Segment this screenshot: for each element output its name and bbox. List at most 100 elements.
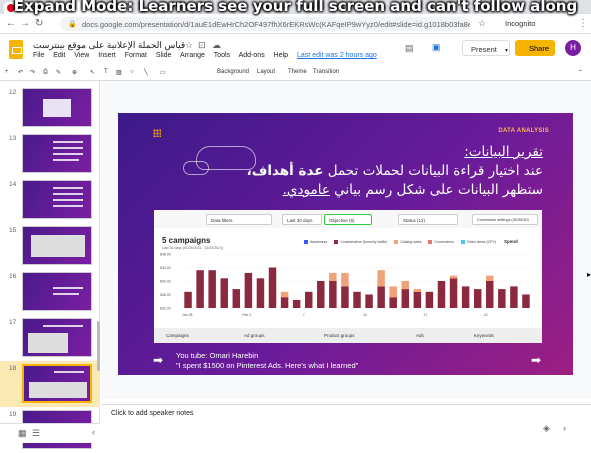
embedded-tab: Ad groups <box>244 333 265 338</box>
theme-button[interactable]: Theme <box>288 69 307 75</box>
slide-thumb[interactable]: 17 <box>0 315 100 361</box>
last-edit-link[interactable]: Last edit was 2 hours ago <box>297 52 377 59</box>
arrow-left-icon: ➡ <box>153 353 164 367</box>
bar-conversions <box>329 281 337 308</box>
filmstrip-scrollbar[interactable] <box>97 321 100 371</box>
menu-slide[interactable]: Slide <box>156 52 172 59</box>
lock-icon: 🔒 <box>68 21 77 28</box>
menu-tools[interactable]: Tools <box>214 52 230 59</box>
chevron-right-icon[interactable]: › <box>563 423 566 433</box>
bar-conversions <box>341 286 349 308</box>
star-icon[interactable]: ☆ <box>185 40 193 51</box>
bar-catalog-sales <box>341 272 349 287</box>
y-tick-label: $32.00 <box>160 307 171 311</box>
menu-view[interactable]: View <box>74 52 89 59</box>
bar-conversions <box>220 278 228 308</box>
spend-bar-chart: $48.00 $44.00 $40.00 $36.00 $32.00 Jan 28 Feb … <box>160 253 532 317</box>
back-icon[interactable]: ← <box>6 18 16 29</box>
comment-add-icon[interactable]: ▭ <box>160 69 166 76</box>
slide-thumb[interactable]: 16 <box>0 269 100 315</box>
slide-line-1: عند اختيار قراءة البيانات لحملات تحمل عد… <box>246 163 543 179</box>
bar-conversions <box>208 270 216 308</box>
bar-conversions <box>256 278 265 308</box>
slide-filmstrip: 12 13 14 15 16 17 18 19 <box>0 81 100 449</box>
bar-conversions <box>244 272 253 308</box>
bar-conversions <box>449 278 458 308</box>
slide-thumb[interactable]: 14 <box>0 177 100 223</box>
star-icon[interactable]: ☆ <box>478 18 486 29</box>
bar-conversions <box>510 286 518 308</box>
x-tick-label: Feb 2 <box>242 313 251 317</box>
undo-icon[interactable]: ↶ <box>18 69 23 76</box>
slide-line-2: ستظهر البيانات على شكل رسم بياني عامودي. <box>282 182 543 198</box>
chevron-down-icon[interactable]: ▾ <box>505 48 508 54</box>
collapse-panel-icon[interactable]: ‹ <box>92 427 95 437</box>
transition-button[interactable]: Transition <box>313 69 339 75</box>
menu-insert[interactable]: Insert <box>98 52 116 59</box>
menu-help[interactable]: Help <box>274 52 288 59</box>
forward-icon[interactable]: → <box>20 18 30 29</box>
meet-icon[interactable]: ▣ <box>432 42 441 53</box>
bar-catalog-sales <box>413 289 422 292</box>
grid-view-icon[interactable]: ▦ <box>18 428 27 439</box>
menu-edit[interactable]: Edit <box>53 52 65 59</box>
explore-icon[interactable]: ◈ <box>543 423 550 434</box>
x-tick-label: 22 <box>484 313 488 317</box>
move-folder-icon[interactable]: ⊡ <box>198 40 206 51</box>
menu-addons[interactable]: Add-ons <box>239 52 265 59</box>
zoom-icon[interactable]: ⊕ <box>72 69 77 76</box>
embedded-tab: Product groups <box>324 333 355 338</box>
textbox-icon[interactable]: T <box>104 69 108 75</box>
y-tick-label: $36.00 <box>160 293 171 297</box>
slide-body-text: تقرير البيانات: عند اختيار قراءة البيانا… <box>213 143 543 200</box>
bar-conversions <box>389 297 397 308</box>
slide-thumb[interactable]: 15 <box>0 223 100 269</box>
present-label: Present <box>471 45 497 54</box>
share-button[interactable]: Share <box>515 40 555 56</box>
redo-icon[interactable]: ↷ <box>30 69 35 76</box>
menu-format[interactable]: Format <box>125 52 147 59</box>
slide-thumb-selected[interactable]: 18 <box>0 361 100 407</box>
filmstrip-footer: ▦ ☰ ‹ <box>0 423 100 443</box>
bar-conversions <box>184 291 192 308</box>
image-icon[interactable]: ▨ <box>116 69 122 76</box>
bar-conversions <box>473 289 482 308</box>
slide-thumb[interactable]: 13 <box>0 131 100 177</box>
filmstrip-view-icon[interactable]: ☰ <box>32 428 40 439</box>
chevron-up-icon[interactable]: ⌃ <box>578 69 583 76</box>
new-slide-icon[interactable]: + <box>5 69 9 75</box>
layout-button[interactable]: Layout <box>257 69 275 75</box>
print-icon[interactable]: ⎙ <box>43 69 48 76</box>
select-icon[interactable]: ↖ <box>90 69 95 76</box>
url-field[interactable]: 🔒 docs.google.com/presentation/d/1auE1dE… <box>60 17 470 31</box>
toolbar: + ↶ ↷ ⎙ ✎ ⊕ ↖ T ▨ ○ ╲ ▭ Background Layou… <box>0 65 591 81</box>
paint-format-icon[interactable]: ✎ <box>56 69 61 76</box>
cloud-status-icon: ☁ <box>212 40 221 50</box>
browser-menu-icon[interactable]: ⋮ <box>578 18 588 29</box>
reload-icon[interactable]: ↻ <box>35 18 43 29</box>
campaigns-title: 5 campaigns <box>162 236 211 245</box>
speaker-notes[interactable]: Click to add speaker notes ◈ › <box>101 404 591 443</box>
menu-file[interactable]: File <box>33 52 44 59</box>
avatar[interactable]: H <box>565 40 581 56</box>
menu-bar: File Edit View Insert Format Slide Arran… <box>33 52 384 59</box>
document-title[interactable]: قياس الحملة الإعلانية على موقع بينترست <box>33 40 185 51</box>
overlay-banner: Expand Mode: Learners see your full scre… <box>13 0 578 15</box>
youtube-credit: You tube: Omari Harebin "I spent $1500 o… <box>176 351 358 371</box>
embedded-tab: Keywords <box>474 333 494 338</box>
line-icon[interactable]: ╲ <box>144 69 148 76</box>
bar-conversions <box>413 291 422 308</box>
shape-icon[interactable]: ○ <box>130 69 134 75</box>
scroll-arrow-icon[interactable]: ▸ <box>587 270 591 279</box>
slides-logo-icon[interactable] <box>9 40 23 59</box>
present-button[interactable]: Present ▾ <box>462 40 510 56</box>
current-slide[interactable]: DATA ANALYSIS تقرير البيانات: عند اختيار… <box>118 113 573 375</box>
embedded-tabs: Campaigns Ad groups Product groups Ads K… <box>154 328 542 343</box>
comments-icon[interactable]: ▤ <box>405 43 414 54</box>
bar-conversions <box>317 281 325 308</box>
bar-conversions <box>425 291 434 308</box>
menu-arrange[interactable]: Arrange <box>180 52 205 59</box>
slide-thumb[interactable]: 12 <box>0 85 100 131</box>
background-button[interactable]: Background <box>217 69 249 75</box>
address-bar-row: ← → ↻ 🔒 docs.google.com/presentation/d/1… <box>0 14 591 34</box>
